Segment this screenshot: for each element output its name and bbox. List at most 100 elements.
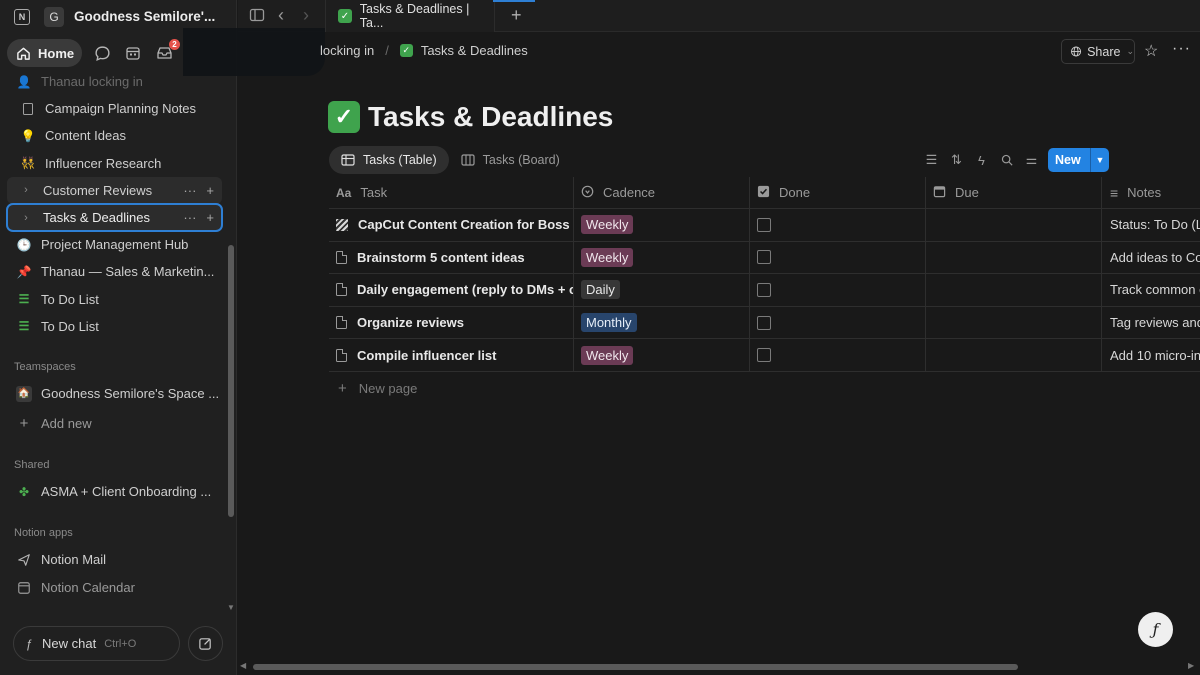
home-button[interactable]: Home — [7, 39, 82, 67]
task-cell[interactable]: CapCut Content Creation for Boss — [329, 209, 574, 241]
done-checkbox[interactable] — [757, 282, 771, 297]
calendar-icon[interactable] — [122, 42, 144, 64]
scroll-down-arrow-icon[interactable]: ▼ — [227, 603, 235, 612]
cadence-cell[interactable]: Weekly — [574, 209, 750, 241]
cadence-cell[interactable]: Weekly — [574, 339, 750, 371]
sidebar-item-notion-mail[interactable]: Notion Mail — [7, 546, 222, 573]
column-header-task[interactable]: Aa Task — [329, 177, 574, 208]
sidebar-item-to-do-list-2[interactable]: ☰ To Do List — [7, 313, 222, 340]
automation-lightning-icon[interactable]: ϟ — [974, 153, 989, 168]
occluding-overlay — [183, 28, 325, 76]
due-cell[interactable] — [926, 274, 1102, 306]
done-checkbox[interactable] — [757, 348, 771, 363]
share-button[interactable]: Share ⌄ — [1061, 39, 1135, 64]
sidebar-item-project-management-hub[interactable]: 🕒 Project Management Hub — [7, 231, 222, 258]
send-icon — [15, 553, 33, 567]
sidebar-item-to-do-list[interactable]: ☰ To Do List — [7, 286, 222, 313]
due-cell[interactable] — [926, 241, 1102, 274]
back-arrow-icon[interactable]: ‹ — [278, 5, 284, 26]
check-mark-icon: ✓ — [338, 9, 352, 23]
forward-arrow-icon[interactable]: › — [303, 5, 309, 26]
table-row[interactable]: Daily engagement (reply to DMs + com Dai… — [329, 274, 1200, 307]
horizontal-scrollbar[interactable] — [253, 664, 1018, 670]
scroll-right-arrow-icon[interactable]: ▶ — [1188, 661, 1194, 670]
breadcrumb-separator: / — [385, 43, 389, 58]
sidebar-item-notion-calendar[interactable]: Notion Calendar — [7, 574, 222, 601]
column-header-cadence[interactable]: Cadence — [574, 177, 750, 208]
sidebar-scrollbar[interactable] — [228, 245, 234, 517]
ai-assistant-button[interactable]: ƒ — [1138, 612, 1173, 647]
inbox-icon[interactable]: 2 — [153, 39, 180, 64]
due-cell[interactable] — [926, 306, 1102, 339]
done-checkbox[interactable] — [757, 250, 771, 265]
table-row[interactable]: CapCut Content Creation for Boss Weekly … — [329, 209, 1200, 242]
new-tab-plus-icon[interactable]: + — [511, 5, 522, 26]
sidebar-item-content-ideas[interactable]: 💡 Content Ideas — [7, 122, 222, 149]
filter-icon[interactable]: ☰ — [924, 152, 939, 168]
due-cell[interactable] — [926, 339, 1102, 371]
sidebar-item-label: Influencer Research — [45, 155, 162, 171]
compose-button[interactable] — [188, 626, 223, 661]
more-options-icon[interactable]: ··· — [1172, 40, 1191, 58]
add-page-icon[interactable]: + — [206, 210, 214, 225]
table-row[interactable]: Brainstorm 5 content ideas Weekly Add id… — [329, 241, 1200, 275]
task-cell[interactable]: Daily engagement (reply to DMs + com — [329, 274, 574, 306]
column-header-notes[interactable]: ≡ Notes — [1102, 177, 1200, 208]
cadence-cell[interactable]: Weekly — [574, 241, 750, 274]
task-cell[interactable]: Organize reviews — [329, 306, 574, 339]
table-row[interactable]: Organize reviews Monthly Tag reviews and… — [329, 306, 1200, 340]
sidebar-item-label: Thanau — Sales & Marketin... — [41, 264, 215, 280]
sidebar-item-label: ASMA + Client Onboarding ... — [41, 484, 212, 500]
cadence-cell[interactable]: Monthly — [574, 306, 750, 339]
due-cell[interactable] — [926, 209, 1102, 241]
notes-cell[interactable]: Track common ol — [1102, 274, 1200, 306]
page-title-text[interactable]: Tasks & Deadlines — [368, 101, 613, 133]
scroll-left-arrow-icon[interactable]: ◀ — [240, 661, 246, 670]
add-page-icon[interactable]: + — [206, 183, 214, 198]
sidebar-item-thanau-sales-marketing[interactable]: 📌 Thanau — Sales & Marketin... — [7, 258, 222, 285]
tab-tasks-board[interactable]: Tasks (Board) — [449, 146, 572, 174]
tab-tasks-table[interactable]: Tasks (Table) — [329, 146, 449, 174]
chevron-right-icon[interactable]: › — [19, 212, 33, 224]
sort-icon[interactable]: ⇅ — [949, 152, 964, 168]
sidebar-item-teamspace[interactable]: 🏠 Goodness Semilore's Space ... — [7, 380, 222, 407]
chevron-down-icon[interactable]: ▼ — [1091, 155, 1109, 165]
notes-cell[interactable]: Status: To Do (Lat — [1102, 209, 1200, 241]
sidebar-item-campaign-planning-notes[interactable]: Campaign Planning Notes — [7, 95, 222, 122]
add-teamspace-button[interactable]: + Add new — [7, 410, 222, 437]
board-icon — [461, 154, 475, 166]
cadence-tag: Monthly — [581, 313, 637, 333]
new-chat-button[interactable]: ƒ New chat Ctrl+O — [13, 626, 180, 661]
task-cell[interactable]: Brainstorm 5 content ideas — [329, 241, 574, 274]
sidebar-item-influencer-research[interactable]: 👯 Influencer Research — [7, 150, 222, 177]
search-icon[interactable] — [999, 154, 1014, 166]
breadcrumb-current[interactable]: Tasks & Deadlines — [421, 43, 528, 58]
column-header-done[interactable]: Done — [750, 177, 926, 208]
chat-icon[interactable] — [91, 42, 113, 64]
page-icon — [336, 348, 347, 362]
tab-tasks-deadlines[interactable]: ✓ Tasks & Deadlines | Ta... — [325, 0, 495, 32]
cadence-cell[interactable]: Daily — [574, 274, 750, 306]
new-page-row[interactable]: + New page — [329, 372, 1200, 405]
notes-cell[interactable]: Add 10 micro-infl — [1102, 339, 1200, 371]
breadcrumb-parent[interactable]: locking in — [320, 43, 374, 58]
done-checkbox[interactable] — [757, 315, 771, 330]
settings-sliders-icon[interactable]: ⚌ — [1024, 152, 1039, 168]
more-options-icon[interactable]: ··· — [183, 183, 196, 198]
favorite-star-icon[interactable]: ☆ — [1144, 41, 1158, 61]
sidebar-item-asma-client-onboarding[interactable]: ✤ ASMA + Client Onboarding ... — [7, 478, 222, 505]
column-label: Due — [955, 185, 979, 200]
sidebar-item-tasks-deadlines[interactable]: › Tasks & Deadlines ··· + — [6, 202, 223, 233]
task-cell[interactable]: Compile influencer list — [329, 339, 574, 371]
column-header-due[interactable]: Due — [926, 177, 1102, 208]
done-checkbox[interactable] — [757, 217, 771, 232]
new-record-button[interactable]: New ▼ — [1048, 148, 1109, 172]
notes-cell[interactable]: Tag reviews and r — [1102, 307, 1200, 339]
checklist-icon: ☰ — [18, 292, 30, 307]
table-row[interactable]: Compile influencer list Weekly Add 10 mi… — [329, 339, 1200, 372]
more-options-icon[interactable]: ··· — [183, 210, 196, 225]
sidebar-toggle-icon[interactable] — [249, 7, 265, 26]
chevron-right-icon[interactable]: › — [19, 184, 33, 196]
notes-cell[interactable]: Add ideas to Cor — [1102, 242, 1200, 274]
sidebar-item-customer-reviews[interactable]: › Customer Reviews ··· + — [7, 176, 222, 204]
